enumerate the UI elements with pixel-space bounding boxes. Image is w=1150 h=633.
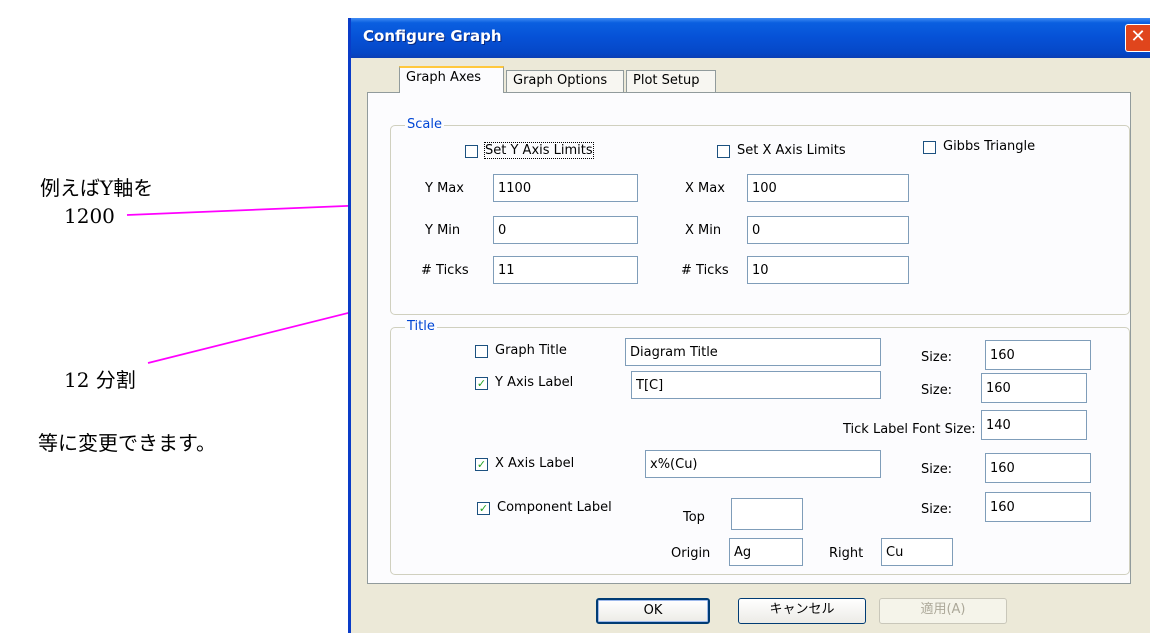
set-y-limits-label[interactable]: Set Y Axis Limits	[484, 142, 594, 159]
y-min-label: Y Min	[425, 223, 461, 238]
y-axis-label-size-label: Size:	[921, 383, 953, 398]
origin-input[interactable]	[729, 538, 803, 566]
y-min-input[interactable]	[493, 216, 638, 244]
annotation-text-3: 12 分割	[64, 368, 136, 392]
set-x-limits-label[interactable]: Set X Axis Limits	[737, 143, 846, 158]
cancel-label: キャンセル	[769, 602, 835, 617]
tick-font-size-input[interactable]	[981, 410, 1087, 440]
x-axis-label-size-label: Size:	[921, 462, 953, 477]
y-max-input[interactable]	[493, 174, 638, 202]
ok-button[interactable]: OK	[596, 598, 710, 624]
scale-group: Scale Set Y Axis Limits Set X Axis Limit…	[390, 117, 1130, 315]
x-ticks-label: # Ticks	[681, 263, 729, 278]
set-y-limits-checkbox[interactable]	[465, 145, 478, 158]
gibbs-triangle-checkbox[interactable]	[923, 141, 936, 154]
close-icon: ✕	[1130, 26, 1146, 47]
title-bar[interactable]: Configure Graph ✕	[351, 18, 1150, 58]
x-min-input[interactable]	[747, 216, 909, 244]
gibbs-triangle-label[interactable]: Gibbs Triangle	[943, 139, 1035, 154]
right-input[interactable]	[881, 538, 953, 566]
component-label-size-label: Size:	[921, 502, 953, 517]
x-max-label: X Max	[685, 181, 725, 196]
tab-plot-setup[interactable]: Plot Setup	[626, 70, 716, 92]
y-ticks-input[interactable]	[493, 256, 638, 284]
x-max-input[interactable]	[747, 174, 909, 202]
y-axis-label-size-input[interactable]	[981, 373, 1087, 403]
tab-label: Graph Options	[513, 73, 608, 88]
graph-title-size-input[interactable]	[985, 340, 1091, 370]
x-axis-label-label[interactable]: X Axis Label	[495, 456, 574, 471]
x-axis-label-size-input[interactable]	[985, 453, 1091, 483]
y-axis-label-label[interactable]: Y Axis Label	[495, 375, 573, 390]
x-axis-label-input[interactable]	[645, 450, 881, 478]
tab-graph-axes[interactable]: Graph Axes	[399, 66, 504, 93]
y-axis-label-input[interactable]	[631, 371, 881, 399]
origin-label: Origin	[671, 546, 711, 561]
graph-title-size-label: Size:	[921, 350, 953, 365]
close-button[interactable]: ✕	[1125, 24, 1150, 52]
graph-title-label[interactable]: Graph Title	[495, 343, 567, 358]
set-x-limits-checkbox[interactable]	[717, 145, 730, 158]
x-axis-label-checkbox[interactable]: ✓	[475, 458, 488, 471]
component-label-size-input[interactable]	[985, 492, 1091, 522]
graph-title-checkbox[interactable]	[475, 345, 488, 358]
right-label: Right	[829, 546, 864, 561]
graph-axes-panel: Scale Set Y Axis Limits Set X Axis Limit…	[367, 92, 1131, 584]
top-input[interactable]	[731, 498, 803, 530]
apply-button[interactable]: 適用(A)	[879, 598, 1007, 624]
annotation-text-4: 等に変更できます。	[38, 431, 216, 455]
apply-label: 適用(A)	[920, 602, 966, 617]
annotation-text-1: 例えばY軸を	[40, 176, 154, 200]
annotation-text-2: 1200	[64, 204, 115, 228]
y-ticks-label: # Ticks	[421, 263, 469, 278]
title-legend: Title	[405, 319, 437, 334]
x-ticks-input[interactable]	[747, 256, 909, 284]
window-title: Configure Graph	[363, 27, 502, 45]
tab-label: Graph Axes	[406, 70, 481, 85]
configure-graph-dialog: Configure Graph ✕ Graph Axes Graph Optio…	[348, 18, 1150, 633]
y-max-label: Y Max	[425, 181, 464, 196]
tab-graph-options[interactable]: Graph Options	[506, 70, 624, 92]
tick-font-size-label: Tick Label Font Size:	[843, 422, 976, 437]
cancel-button[interactable]: キャンセル	[738, 598, 866, 624]
ok-label: OK	[643, 603, 663, 618]
scale-legend: Scale	[405, 117, 444, 132]
tab-label: Plot Setup	[633, 73, 700, 88]
component-label-label[interactable]: Component Label	[497, 500, 612, 515]
title-group: Title Graph Title Size: ✓ Y Axis Label S…	[390, 319, 1130, 575]
component-label-checkbox[interactable]: ✓	[477, 502, 490, 515]
x-min-label: X Min	[685, 223, 722, 238]
y-axis-label-checkbox[interactable]: ✓	[475, 377, 488, 390]
top-label: Top	[683, 510, 705, 525]
graph-title-input[interactable]	[625, 338, 881, 366]
